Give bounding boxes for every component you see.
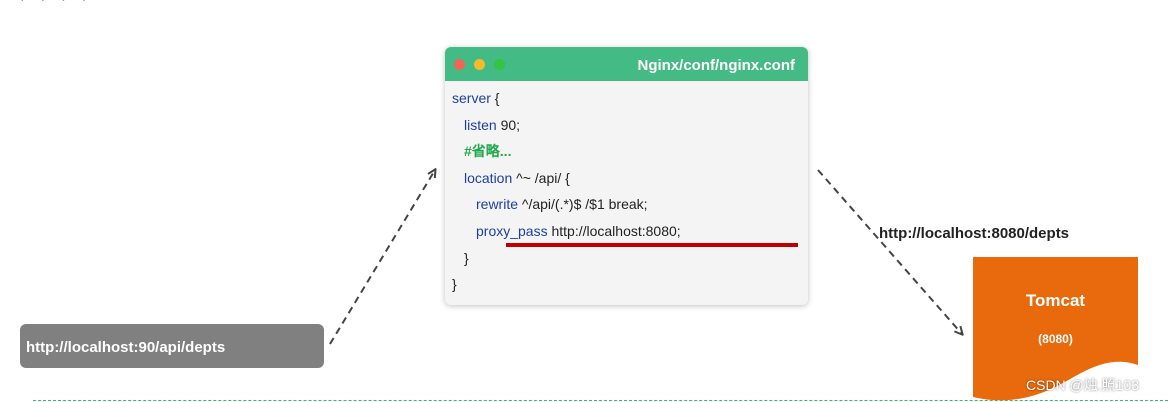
minimize-dot-icon: [474, 59, 485, 70]
nginx-config-window: Nginx/conf/nginx.conf server { listen 90…: [445, 47, 808, 305]
arrow-request-to-nginx: [329, 170, 435, 345]
target-url: http://localhost:8080/depts: [879, 225, 1070, 242]
code-line-proxy-pass: proxy_pass http://localhost:8080;: [476, 222, 681, 239]
code-line-close-server: }: [452, 276, 457, 293]
proxy-pass-highlight: [506, 243, 798, 247]
close-dot-icon: [454, 59, 465, 70]
maximize-dot-icon: [494, 59, 505, 70]
window-titlebar: Nginx/conf/nginx.conf: [445, 47, 808, 81]
tomcat-port: (8080): [1038, 332, 1073, 346]
code-line-location: location ^~ /api/ {: [464, 169, 570, 186]
code-line-server: server {: [452, 90, 500, 106]
window-title: Nginx/conf/nginx.conf: [637, 57, 796, 74]
tomcat-title: Tomcat: [1025, 291, 1086, 310]
config-code: server { listen 90; #省略... location ^~ /…: [445, 81, 808, 298]
request-url: http://localhost:90/api/depts: [26, 339, 226, 356]
code-line-rewrite: rewrite ^/api/(.*)$ /$1 break;: [476, 196, 648, 213]
code-line-comment: #省略...: [464, 143, 512, 160]
code-line-listen: listen 90;: [464, 116, 521, 133]
code-line-close-location: }: [464, 249, 469, 266]
section-divider: [33, 400, 1168, 401]
request-url-box: http://localhost:90/api/depts: [20, 324, 324, 368]
watermark: CSDN @烛.照103: [1026, 377, 1140, 393]
arrow-nginx-to-tomcat: [817, 169, 962, 334]
